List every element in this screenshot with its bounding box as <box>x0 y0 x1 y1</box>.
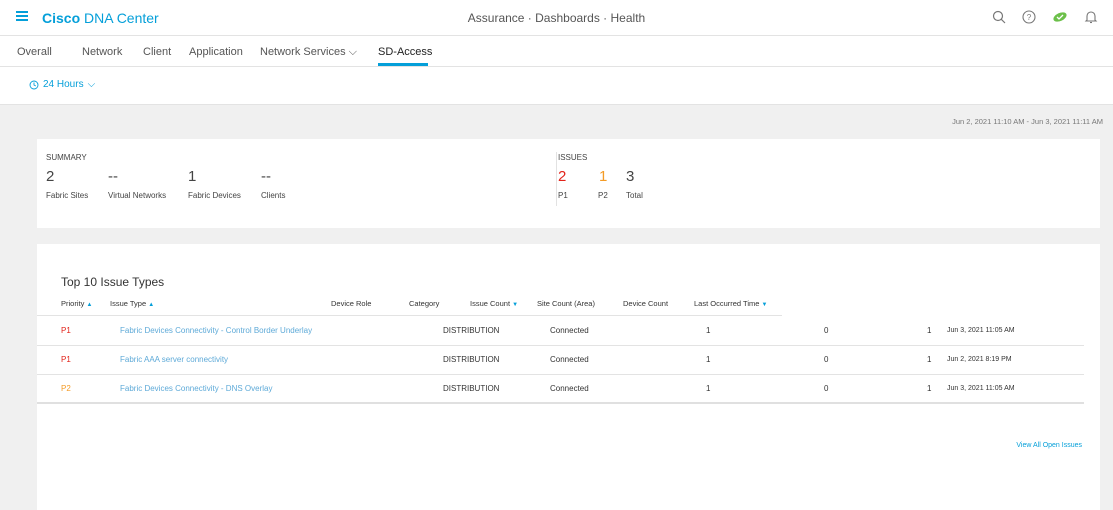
fabric-devices-value[interactable]: 1 <box>188 168 196 185</box>
row1-last-occurred: Jun 3, 2021 11:05 AM <box>947 327 1015 334</box>
breadcrumb: Assurance · Dashboards · Health <box>467 11 646 25</box>
p2-count[interactable]: 1 <box>599 168 607 185</box>
col-category[interactable]: Category <box>409 299 439 308</box>
status-toggle-icon[interactable] <box>1051 9 1069 25</box>
help-icon[interactable]: ? <box>1021 9 1037 25</box>
time-range-label: 24 Hours <box>43 79 84 90</box>
clients-value: -- <box>261 168 271 185</box>
row-divider <box>37 374 1084 375</box>
total-count[interactable]: 3 <box>626 168 634 185</box>
p1-label: P1 <box>558 191 568 200</box>
row3-device-role: DISTRIBUTION <box>443 384 500 393</box>
time-range-dropdown[interactable]: 24 Hours ⌵ <box>29 79 95 90</box>
search-icon[interactable] <box>991 9 1007 25</box>
row1-category: Connected <box>550 326 589 335</box>
col-device-role[interactable]: Device Role <box>331 299 371 308</box>
col-issue-type[interactable]: Issue Type ▲ <box>110 299 154 308</box>
issues-heading: ISSUES <box>558 153 588 162</box>
table-bottom-rule <box>37 402 1084 404</box>
svg-text:?: ? <box>1027 13 1032 22</box>
row3-priority: P2 <box>61 384 71 393</box>
menu-icon[interactable] <box>16 11 28 21</box>
tab-overall[interactable]: Overall <box>17 46 52 58</box>
tab-network-services[interactable]: Network Services ⌵ <box>260 46 357 59</box>
row2-issue-count: 1 <box>706 355 711 364</box>
sort-asc-icon: ▲ <box>148 302 155 308</box>
summary-heading: SUMMARY <box>46 153 87 162</box>
row1-device-role: DISTRIBUTION <box>443 326 500 335</box>
row3-device-count: 1 <box>927 384 932 393</box>
tab-network[interactable]: Network <box>82 46 122 58</box>
row3-last-occurred: Jun 3, 2021 11:05 AM <box>947 385 1015 392</box>
p2-label: P2 <box>598 191 608 200</box>
row-divider <box>37 345 1084 346</box>
row1-site-count: 0 <box>824 326 829 335</box>
row2-issue-type[interactable]: Fabric AAA server connectivity <box>120 355 228 364</box>
row3-issue-type[interactable]: Fabric Devices Connectivity - DNS Overla… <box>120 384 272 393</box>
sort-desc-icon: ▼ <box>761 302 768 308</box>
active-tab-indicator <box>378 63 428 66</box>
tab-client[interactable]: Client <box>143 46 171 58</box>
bell-icon[interactable] <box>1083 9 1099 25</box>
row3-site-count: 0 <box>824 384 829 393</box>
col-last-occurred[interactable]: Last Occurred Time ▼ <box>694 299 768 308</box>
time-filter-bar: 24 Hours ⌵ <box>0 67 1113 105</box>
fabric-devices-label: Fabric Devices <box>188 191 241 200</box>
row1-priority: P1 <box>61 326 71 335</box>
clients-label: Clients <box>261 191 286 200</box>
row3-issue-count: 1 <box>706 384 711 393</box>
view-all-open-issues-link[interactable]: View All Open Issues <box>1016 442 1082 449</box>
row2-device-count: 1 <box>927 355 932 364</box>
col-site-count[interactable]: Site Count (Area) <box>537 299 595 308</box>
row2-site-count: 0 <box>824 355 829 364</box>
p1-count[interactable]: 2 <box>558 168 566 185</box>
chevron-down-icon: ⌵ <box>87 79 96 90</box>
row1-issue-count: 1 <box>706 326 711 335</box>
row1-issue-type[interactable]: Fabric Devices Connectivity - Control Bo… <box>120 326 312 335</box>
clock-icon <box>29 80 39 89</box>
row3-category: Connected <box>550 384 589 393</box>
tab-application[interactable]: Application <box>189 46 243 58</box>
row2-priority: P1 <box>61 355 71 364</box>
fabric-sites-value[interactable]: 2 <box>46 168 54 185</box>
header-rule <box>37 315 782 316</box>
col-priority[interactable]: Priority ▲ <box>61 299 92 308</box>
col-issue-count[interactable]: Issue Count ▼ <box>470 299 518 308</box>
row1-device-count: 1 <box>927 326 932 335</box>
fabric-sites-label: Fabric Sites <box>46 191 89 200</box>
sort-desc-icon: ▼ <box>512 302 519 308</box>
virtual-networks-value: -- <box>108 168 118 185</box>
top-issues-title: Top 10 Issue Types <box>61 275 165 289</box>
row2-last-occurred: Jun 2, 2021 8:19 PM <box>947 356 1012 363</box>
row2-device-role: DISTRIBUTION <box>443 355 500 364</box>
app-brand[interactable]: Cisco DNA Center <box>42 10 159 26</box>
row2-category: Connected <box>550 355 589 364</box>
summary-card: SUMMARY 2 Fabric Sites -- Virtual Networ… <box>37 139 1100 228</box>
divider <box>556 152 557 206</box>
top-issues-card: Top 10 Issue Types Priority ▲ Issue Type… <box>37 244 1100 510</box>
tab-bar: Overall Network Client Application Netwo… <box>0 36 1113 67</box>
col-device-count[interactable]: Device Count <box>623 299 668 308</box>
top-header: Cisco DNA Center Assurance · Dashboards … <box>0 0 1113 36</box>
date-range: Jun 2, 2021 11:10 AM - Jun 3, 2021 11:11… <box>952 117 1103 126</box>
tab-sd-access[interactable]: SD-Access <box>378 46 432 58</box>
total-label: Total <box>626 191 643 200</box>
sort-asc-icon: ▲ <box>86 302 93 308</box>
chevron-down-icon: ⌵ <box>348 46 357 58</box>
virtual-networks-label: Virtual Networks <box>108 191 167 200</box>
